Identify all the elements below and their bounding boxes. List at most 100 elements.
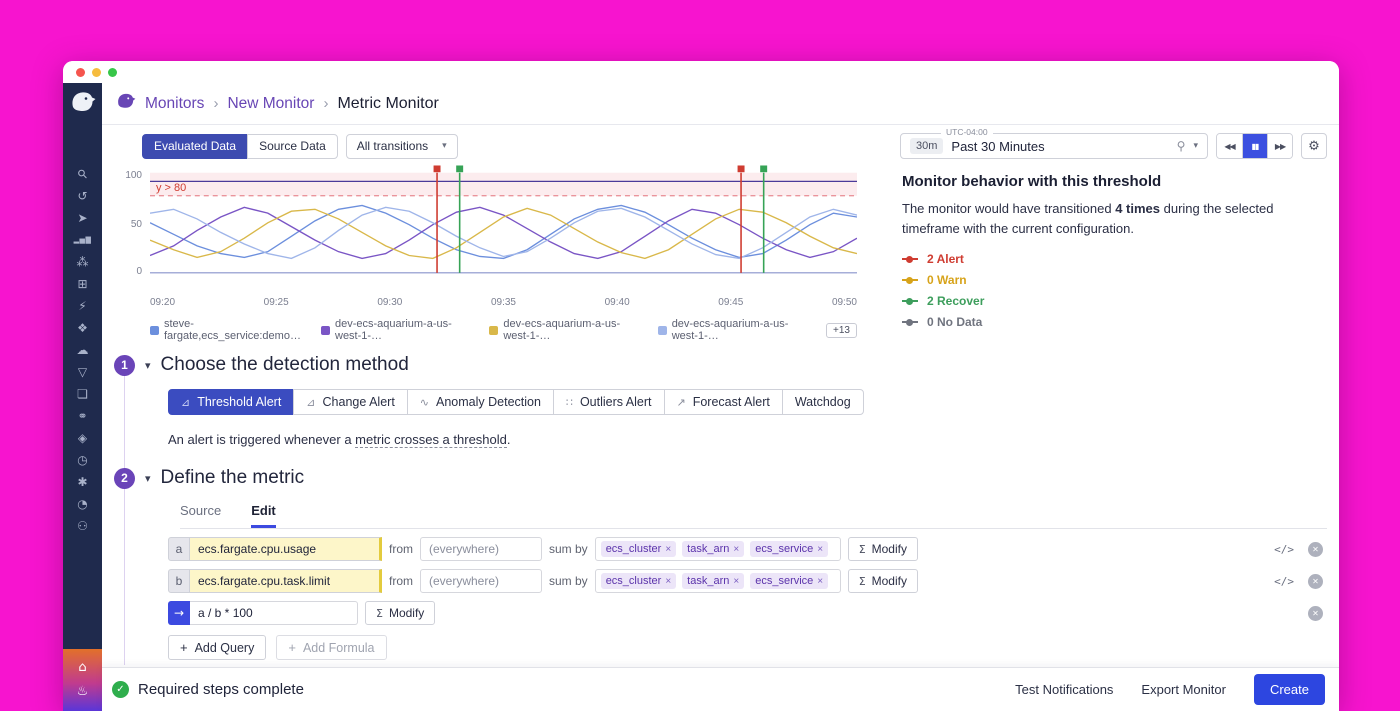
from-label: from xyxy=(389,574,413,588)
x-axis-tick: 09:20 xyxy=(150,297,175,308)
legend-swatch xyxy=(489,326,498,335)
warn-marker-icon xyxy=(902,279,918,281)
footer-bar: ✓ Required steps complete Test Notificat… xyxy=(102,667,1339,711)
remove-tag-icon[interactable]: × xyxy=(733,544,739,555)
test-notifications-button[interactable]: Test Notifications xyxy=(1015,682,1113,697)
tab-edit[interactable]: Edit xyxy=(251,503,276,528)
legend-item[interactable]: dev-ecs-aquarium-a-us-west-1-… xyxy=(489,318,641,342)
window-zoom-button[interactable] xyxy=(108,68,117,77)
create-button[interactable]: Create xyxy=(1254,674,1325,705)
compliance-icon[interactable]: ◷ xyxy=(63,449,102,471)
group-by-input[interactable]: ecs_cluster× task_arn× ecs_service× xyxy=(595,537,841,561)
window-minimize-button[interactable] xyxy=(92,68,101,77)
formula-arrow-button[interactable]: → xyxy=(168,601,190,625)
chevron-down-icon[interactable]: ▾ xyxy=(1193,141,1198,151)
tag-chip[interactable]: task_arn× xyxy=(682,573,744,589)
datadog-logo[interactable] xyxy=(70,90,96,119)
tag-chip[interactable]: ecs_cluster× xyxy=(601,573,676,589)
tab-threshold-alert[interactable]: ⊿Threshold Alert xyxy=(168,389,294,415)
legend-item[interactable]: dev-ecs-aquarium-a-us-west-1-… xyxy=(321,318,473,342)
formula-input[interactable]: a / b * 100 xyxy=(190,601,358,625)
breadcrumb-link-monitors[interactable]: Monitors xyxy=(145,95,204,113)
modify-button[interactable]: ΣModify xyxy=(365,601,435,625)
modify-button[interactable]: ΣModify xyxy=(848,537,918,561)
scope-input[interactable]: (everywhere) xyxy=(420,569,542,593)
profiling-icon[interactable]: ⚇ xyxy=(63,515,102,537)
query-letter: b xyxy=(168,569,190,593)
anomaly-icon: ∿ xyxy=(420,396,429,409)
dashboards-icon[interactable]: ▂▅▇ xyxy=(63,229,102,251)
code-icon[interactable]: </> xyxy=(1274,543,1294,556)
sigma-icon: Σ xyxy=(859,575,866,588)
ci-icon[interactable]: ❏ xyxy=(63,383,102,405)
stat-alert: 2 Alert xyxy=(902,252,1327,266)
remove-tag-icon[interactable]: × xyxy=(817,544,823,555)
remove-formula-icon[interactable]: ✕ xyxy=(1308,606,1323,621)
group-by-input[interactable]: ecs_cluster× task_arn× ecs_service× xyxy=(595,569,841,593)
timeframe-selector[interactable]: UTC-04:00 30m Past 30 Minutes ⚲ ▾ xyxy=(900,133,1208,159)
window-close-button[interactable] xyxy=(76,68,85,77)
chart-plot-area[interactable]: 100 50 0 y > 80 xyxy=(114,165,857,295)
infrastructure-icon[interactable]: ☁ xyxy=(63,339,102,361)
tag-chip[interactable]: ecs_service× xyxy=(750,573,828,589)
service-map-icon[interactable]: ❖ xyxy=(63,317,102,339)
legend-item[interactable]: steve-fargate,ecs_service:demo… xyxy=(150,318,305,342)
tab-watchdog[interactable]: Watchdog xyxy=(782,389,864,415)
settings-gear-button[interactable]: ⚙ xyxy=(1301,133,1327,159)
tab-forecast-alert[interactable]: ↗Forecast Alert xyxy=(664,389,783,415)
pin-icon[interactable]: ⚲ xyxy=(1177,139,1186,153)
tab-anomaly-detection[interactable]: ∿Anomaly Detection xyxy=(407,389,554,415)
remove-query-icon[interactable]: ✕ xyxy=(1308,542,1323,557)
remove-tag-icon[interactable]: × xyxy=(733,576,739,587)
code-icon[interactable]: </> xyxy=(1274,575,1294,588)
legend-item[interactable]: dev-ecs-aquarium-a-us-west-1-… xyxy=(658,318,810,342)
metric-name-input[interactable]: ecs.fargate.cpu.usage xyxy=(190,537,382,561)
metric-name-input[interactable]: ecs.fargate.cpu.task.limit xyxy=(190,569,382,593)
rewind-button[interactable]: ◀◀ xyxy=(1217,134,1242,158)
apm-icon[interactable]: ⚡ xyxy=(63,295,102,317)
add-formula-button[interactable]: +Add Formula xyxy=(276,635,386,660)
tab-change-alert[interactable]: ⊿Change Alert xyxy=(293,389,408,415)
transitions-label: All transitions xyxy=(357,139,428,153)
add-query-button[interactable]: +Add Query xyxy=(168,635,266,660)
source-data-button[interactable]: Source Data xyxy=(247,134,338,159)
tag-chip[interactable]: task_arn× xyxy=(682,541,744,557)
legend-more-button[interactable]: +13 xyxy=(826,323,857,338)
scope-input[interactable]: (everywhere) xyxy=(420,537,542,561)
logs-icon[interactable]: ▽ xyxy=(63,361,102,383)
remove-query-icon[interactable]: ✕ xyxy=(1308,574,1323,589)
stat-label: 2 Recover xyxy=(927,294,984,308)
tag-chip[interactable]: ecs_service× xyxy=(750,541,828,557)
remove-tag-icon[interactable]: × xyxy=(665,544,671,555)
transitions-dropdown[interactable]: All transitions ▾ xyxy=(346,134,458,159)
pause-button[interactable]: ▮▮ xyxy=(1242,134,1267,158)
chart-canvas[interactable] xyxy=(150,165,857,295)
modify-button[interactable]: ΣModify xyxy=(848,569,918,593)
watchdog-icon[interactable]: ⁂ xyxy=(63,251,102,273)
section-detection-method: 1 ▾ Choose the detection method ⊿Thresho… xyxy=(114,354,1327,447)
stat-label: 2 Alert xyxy=(927,252,964,266)
integrations-icon[interactable]: ⊞ xyxy=(63,273,102,295)
buildings-icon[interactable]: ⌂ xyxy=(63,659,102,677)
synthetics-icon[interactable]: ⚭ xyxy=(63,405,102,427)
monitor-behavior-panel: Monitor behavior with this threshold The… xyxy=(902,165,1327,342)
tag-chip[interactable]: ecs_cluster× xyxy=(601,541,676,557)
check-circle-icon: ✓ xyxy=(112,681,129,698)
flame-icon[interactable]: ♨ xyxy=(63,683,102,701)
tab-source[interactable]: Source xyxy=(180,503,221,528)
evaluated-data-button[interactable]: Evaluated Data xyxy=(142,134,248,159)
collapse-chevron-icon[interactable]: ▾ xyxy=(145,472,151,485)
forward-button[interactable]: ▶▶ xyxy=(1267,134,1292,158)
remove-tag-icon[interactable]: × xyxy=(665,576,671,587)
monitors-icon[interactable]: ◔ xyxy=(63,493,102,515)
breadcrumb-link-new-monitor[interactable]: New Monitor xyxy=(227,95,314,113)
collapse-chevron-icon[interactable]: ▾ xyxy=(145,359,151,372)
security-icon[interactable]: ◈ xyxy=(63,427,102,449)
sum-by-label: sum by xyxy=(549,574,588,588)
export-monitor-button[interactable]: Export Monitor xyxy=(1141,682,1226,697)
error-tracking-icon[interactable]: ✱ xyxy=(63,471,102,493)
tab-outliers-alert[interactable]: ∷Outliers Alert xyxy=(553,389,665,415)
remove-tag-icon[interactable]: × xyxy=(817,576,823,587)
tabs-divider xyxy=(180,528,1327,529)
events-icon[interactable]: ➤ xyxy=(63,207,102,229)
